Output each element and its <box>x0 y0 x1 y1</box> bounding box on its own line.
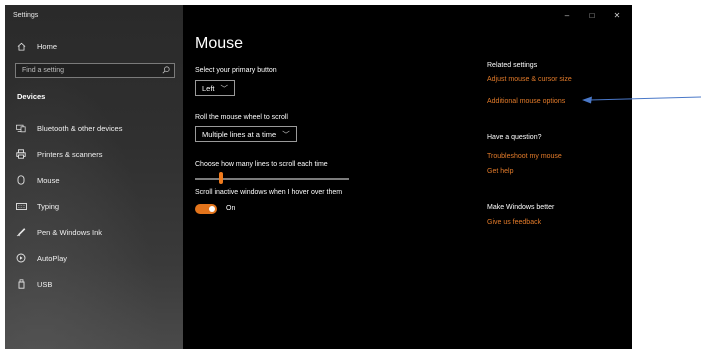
sidebar-item-label: USB <box>37 279 53 289</box>
sidebar: Settings Home Find a setting Devices Blu… <box>5 5 183 349</box>
sidebar-item-label: Mouse <box>37 175 60 185</box>
slider-thumb[interactable] <box>219 172 223 184</box>
pen-icon <box>15 227 27 237</box>
get-help-link[interactable]: Get help <box>487 168 513 175</box>
sidebar-item-printers[interactable]: Printers & scanners <box>5 144 183 164</box>
additional-mouse-options-link[interactable]: Additional mouse options <box>487 98 565 105</box>
sidebar-item-label: AutoPlay <box>37 253 68 263</box>
search-icon <box>162 65 170 76</box>
printer-icon <box>15 149 27 159</box>
mouse-icon <box>15 175 27 185</box>
keyboard-icon <box>15 202 27 210</box>
page-title: Mouse <box>195 35 244 52</box>
bluetooth-devices-icon <box>15 124 27 133</box>
section-heading: Devices <box>17 92 46 101</box>
toggle-state-label: On <box>226 205 236 212</box>
close-button[interactable]: ✕ <box>606 9 628 23</box>
chevron-down-icon: ﹀ <box>282 129 290 139</box>
settings-window: Settings Home Find a setting Devices Blu… <box>5 5 632 349</box>
make-windows-better-heading: Make Windows better <box>487 204 555 211</box>
related-settings-heading: Related settings <box>487 62 538 69</box>
lines-to-scroll-label: Choose how many lines to scroll each tim… <box>195 161 328 168</box>
search-placeholder: Find a setting <box>22 67 65 74</box>
scroll-wheel-dropdown[interactable]: Multiple lines at a time ﹀ <box>195 126 297 142</box>
minimize-button[interactable]: – <box>556 9 578 23</box>
sidebar-item-label: Home <box>37 41 58 51</box>
sidebar-item-typing[interactable]: Typing <box>5 196 183 216</box>
primary-button-label: Select your primary button <box>195 67 277 74</box>
dropdown-value: Left <box>202 83 215 93</box>
sidebar-item-label: Typing <box>37 201 60 211</box>
primary-button-dropdown[interactable]: Left ﹀ <box>195 80 236 96</box>
scroll-wheel-label: Roll the mouse wheel to scroll <box>195 114 288 121</box>
sidebar-item-bluetooth[interactable]: Bluetooth & other devices <box>5 118 183 138</box>
maximize-button[interactable]: □ <box>581 9 603 23</box>
sidebar-item-label: Pen & Windows Ink <box>37 227 103 237</box>
troubleshoot-link[interactable]: Troubleshoot my mouse <box>487 153 562 160</box>
app-title: Settings <box>13 12 39 19</box>
scroll-inactive-toggle[interactable] <box>195 204 217 214</box>
sidebar-item-home[interactable]: Home <box>5 36 183 56</box>
chevron-down-icon: ﹀ <box>220 83 229 93</box>
toggle-knob <box>209 206 215 212</box>
usb-icon <box>15 279 27 289</box>
question-heading: Have a question? <box>487 134 542 141</box>
home-icon <box>15 42 27 51</box>
sidebar-item-mouse[interactable]: Mouse <box>5 170 183 190</box>
feedback-link[interactable]: Give us feedback <box>487 219 541 226</box>
sidebar-item-pen[interactable]: Pen & Windows Ink <box>5 222 183 242</box>
adjust-cursor-size-link[interactable]: Adjust mouse & cursor size <box>487 76 572 83</box>
scroll-inactive-label: Scroll inactive windows when I hover ove… <box>195 189 343 196</box>
search-input[interactable]: Find a setting <box>15 63 175 78</box>
autoplay-icon <box>15 253 27 263</box>
sidebar-item-usb[interactable]: USB <box>5 274 183 294</box>
sidebar-item-autoplay[interactable]: AutoPlay <box>5 248 183 268</box>
sidebar-item-label: Printers & scanners <box>37 149 103 159</box>
sidebar-item-label: Bluetooth & other devices <box>37 123 123 133</box>
dropdown-value: Multiple lines at a time <box>202 129 277 139</box>
